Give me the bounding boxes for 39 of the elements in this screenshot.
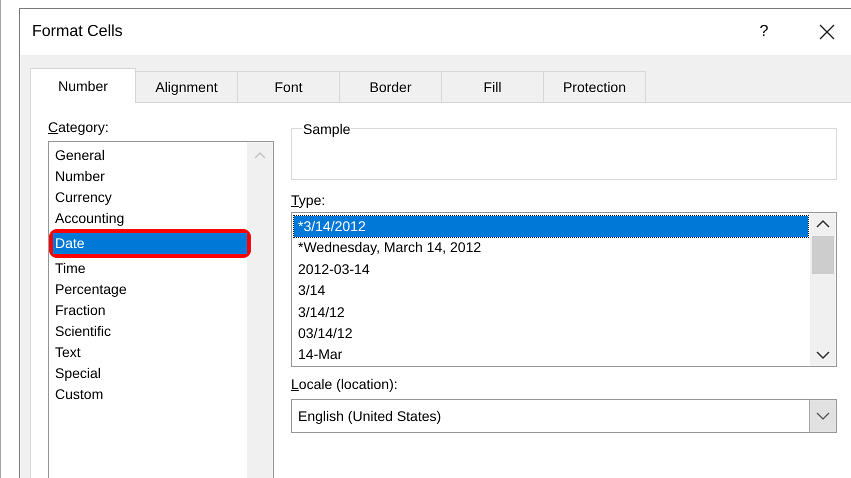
scrollbar[interactable]	[247, 142, 273, 478]
scrollbar[interactable]	[810, 213, 836, 366]
category-item[interactable]: Number	[49, 166, 247, 187]
type-item[interactable]: 3/14/12	[294, 302, 808, 323]
category-item[interactable]: Custom	[49, 384, 247, 405]
type-list[interactable]: *3/14/2012 *Wednesday, March 14, 2012 2012-03-14 3/14 3/14/12 03/14/12 14-Mar	[291, 212, 837, 367]
dropdown-button[interactable]	[809, 400, 836, 432]
category-item[interactable]: Date	[53, 233, 247, 254]
chevron-down-icon	[816, 412, 830, 420]
locale-dropdown[interactable]: English (United States)	[291, 399, 837, 433]
type-item[interactable]: *Wednesday, March 14, 2012	[294, 237, 808, 259]
scroll-up-icon[interactable]	[816, 219, 830, 228]
tab[interactable]: Number	[30, 68, 136, 103]
category-item[interactable]: Scientific	[49, 321, 247, 342]
type-item[interactable]: 14-Mar	[294, 344, 808, 366]
category-item[interactable]: Time	[49, 258, 247, 279]
scroll-thumb[interactable]	[812, 236, 834, 274]
locale-value: English (United States)	[297, 408, 442, 424]
category-item[interactable]: Special	[49, 363, 247, 384]
scroll-down-icon[interactable]	[816, 351, 830, 360]
category-item[interactable]: Accounting	[49, 208, 247, 229]
close-icon	[819, 24, 835, 40]
type-item[interactable]: *3/14/2012	[294, 216, 808, 238]
type-item[interactable]: 03/14/12	[294, 322, 808, 344]
category-item[interactable]: Text	[49, 342, 247, 363]
category-item[interactable]: Fraction	[49, 300, 247, 321]
category-list[interactable]: General Number Currency Accounting Date Time Percentage Fraction Scientific Text Special Custom	[48, 141, 274, 478]
category-label: Category:	[48, 119, 110, 135]
help-button[interactable]: ?	[744, 23, 784, 41]
type-item[interactable]: 2012-03-14	[294, 258, 808, 280]
window-title: Format Cells	[32, 23, 124, 41]
sample-label: Sample	[302, 121, 352, 137]
locale-label: Locale (location):	[291, 376, 399, 392]
category-item[interactable]: Currency	[49, 187, 247, 208]
category-item[interactable]: Percentage	[49, 279, 247, 300]
type-label: Type:	[291, 192, 326, 208]
tab[interactable]: Protection	[543, 71, 646, 102]
category-item[interactable]: General	[49, 145, 247, 166]
type-item[interactable]: 3/14	[294, 280, 808, 302]
